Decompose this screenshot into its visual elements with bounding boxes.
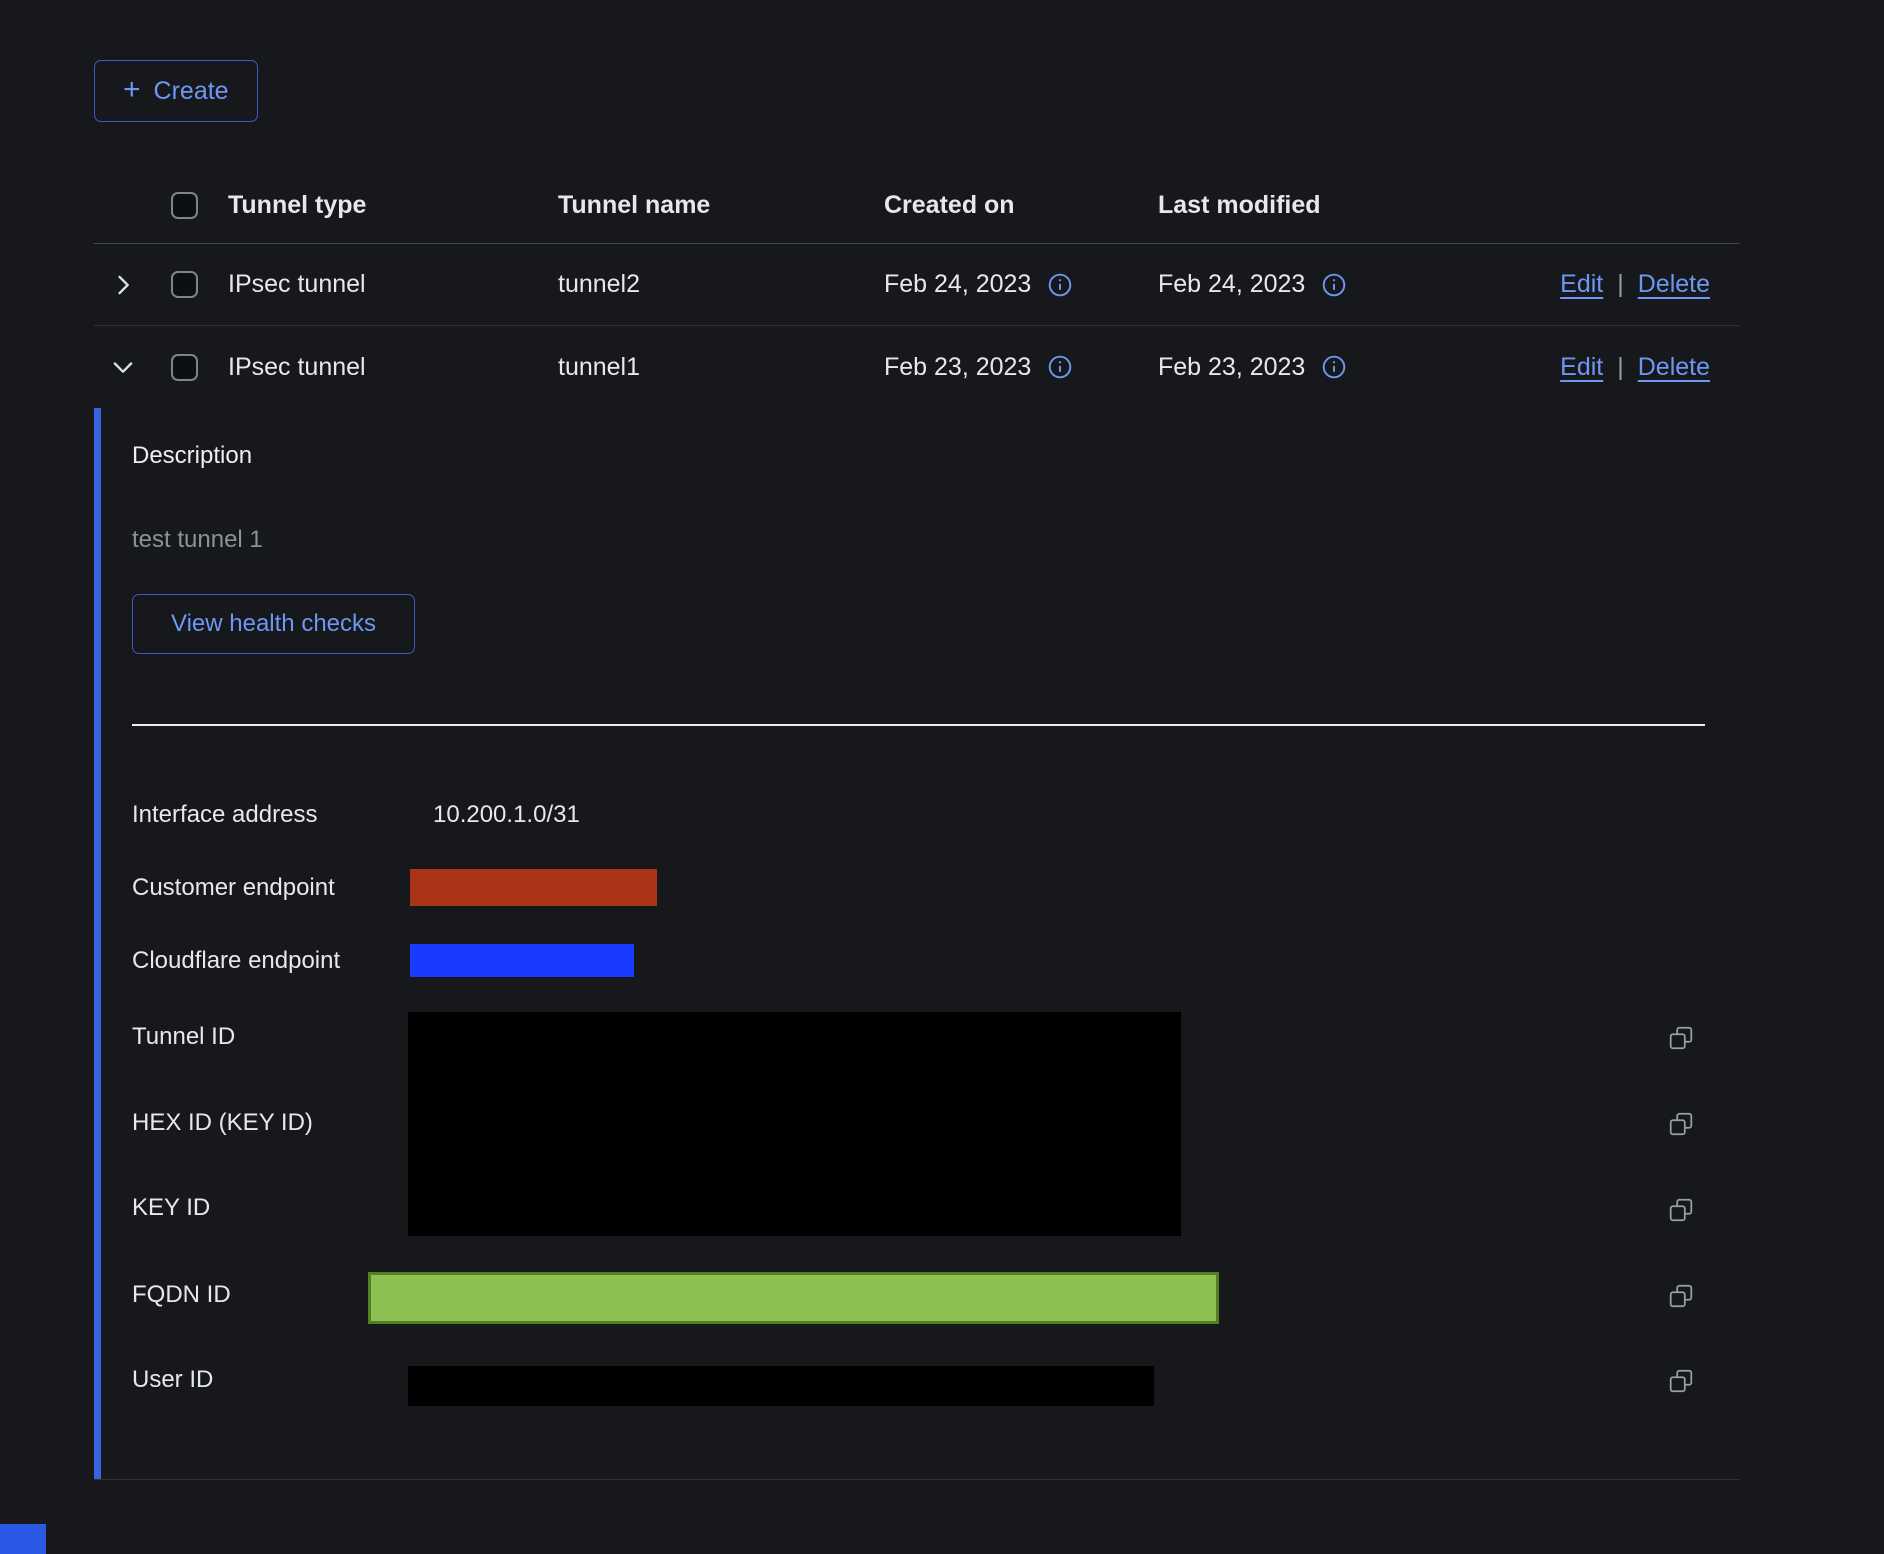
tunnel-type-cell: IPsec tunnel — [216, 353, 546, 382]
column-header-tunnel-type: Tunnel type — [216, 191, 546, 220]
plus-icon: + — [123, 75, 141, 105]
interface-address-label: Interface address — [132, 801, 317, 829]
interface-address-value: 10.200.1.0/31 — [433, 801, 580, 829]
link-separator: | — [1617, 270, 1624, 299]
expander-cell — [94, 353, 152, 381]
copy-icon[interactable] — [1668, 1283, 1694, 1309]
chevron-down-icon[interactable] — [109, 353, 137, 381]
table-row-tunnel1: IPsec tunnel tunnel1 Feb 23, 2023 Feb 23… — [94, 326, 1740, 408]
row-actions-cell: Edit | Delete — [1528, 353, 1740, 382]
info-icon[interactable] — [1047, 272, 1073, 298]
row-actions-cell: Edit | Delete — [1528, 270, 1740, 299]
table-header-row: Tunnel type Tunnel name Created on Last … — [94, 168, 1740, 244]
created-on-cell: Feb 23, 2023 — [872, 353, 1146, 382]
create-button[interactable]: + Create — [94, 60, 258, 122]
tunnels-table: Tunnel type Tunnel name Created on Last … — [94, 168, 1740, 408]
row-checkbox[interactable] — [171, 271, 198, 298]
hex-id-label: HEX ID (KEY ID) — [132, 1109, 313, 1137]
description-label: Description — [132, 442, 252, 470]
created-on-value: Feb 24, 2023 — [884, 270, 1031, 299]
link-separator: | — [1617, 353, 1624, 382]
tunnel-type-cell: IPsec tunnel — [216, 270, 546, 299]
created-on-cell: Feb 24, 2023 — [872, 270, 1146, 299]
column-header-created-on: Created on — [872, 191, 1146, 220]
delete-link[interactable]: Delete — [1638, 353, 1710, 382]
copy-icon[interactable] — [1668, 1368, 1694, 1394]
customer-endpoint-label: Customer endpoint — [132, 874, 335, 902]
info-icon[interactable] — [1321, 354, 1347, 380]
fqdn-id-label: FQDN ID — [132, 1281, 231, 1309]
chevron-right-icon[interactable] — [109, 271, 137, 299]
info-icon[interactable] — [1047, 354, 1073, 380]
tunnels-page: + Create Tunnel type Tunnel name Created… — [0, 0, 1884, 1554]
select-all-checkbox[interactable] — [171, 192, 198, 219]
table-row-tunnel2: IPsec tunnel tunnel2 Feb 24, 2023 Feb 24… — [94, 244, 1740, 326]
expander-cell — [94, 271, 152, 299]
info-icon[interactable] — [1321, 272, 1347, 298]
edit-link[interactable]: Edit — [1560, 353, 1603, 382]
bottom-left-accent — [0, 1524, 46, 1554]
delete-link[interactable]: Delete — [1638, 270, 1710, 299]
section-divider — [132, 724, 1705, 726]
row-select-cell — [152, 271, 216, 298]
tunnel-name-cell: tunnel2 — [546, 270, 872, 299]
key-id-label: KEY ID — [132, 1194, 210, 1222]
view-health-checks-button[interactable]: View health checks — [132, 594, 415, 654]
copy-icon[interactable] — [1668, 1197, 1694, 1223]
select-all-cell — [152, 192, 216, 219]
column-header-tunnel-name: Tunnel name — [546, 191, 872, 220]
expanded-row-indicator-bar — [94, 408, 101, 1479]
customer-endpoint-redacted-value — [410, 869, 657, 906]
created-on-value: Feb 23, 2023 — [884, 353, 1031, 382]
tunnel1-expanded-panel: Description test tunnel 1 View health ch… — [94, 408, 1740, 1480]
last-modified-value: Feb 24, 2023 — [1158, 270, 1305, 299]
user-id-label: User ID — [132, 1366, 213, 1394]
tunnel-id-hex-key-redacted-values — [408, 1012, 1181, 1236]
fqdn-id-redacted-value — [368, 1272, 1219, 1324]
create-button-label: Create — [154, 77, 229, 106]
last-modified-cell: Feb 23, 2023 — [1146, 353, 1528, 382]
description-value: test tunnel 1 — [132, 526, 263, 554]
row-select-cell — [152, 354, 216, 381]
user-id-redacted-value — [408, 1366, 1154, 1406]
row-checkbox[interactable] — [171, 354, 198, 381]
edit-link[interactable]: Edit — [1560, 270, 1603, 299]
copy-icon[interactable] — [1668, 1025, 1694, 1051]
last-modified-value: Feb 23, 2023 — [1158, 353, 1305, 382]
cloudflare-endpoint-label: Cloudflare endpoint — [132, 947, 340, 975]
tunnel-id-label: Tunnel ID — [132, 1023, 235, 1051]
copy-icon[interactable] — [1668, 1111, 1694, 1137]
cloudflare-endpoint-redacted-value — [410, 944, 634, 977]
tunnel-name-cell: tunnel1 — [546, 353, 872, 382]
last-modified-cell: Feb 24, 2023 — [1146, 270, 1528, 299]
column-header-last-modified: Last modified — [1146, 191, 1528, 220]
